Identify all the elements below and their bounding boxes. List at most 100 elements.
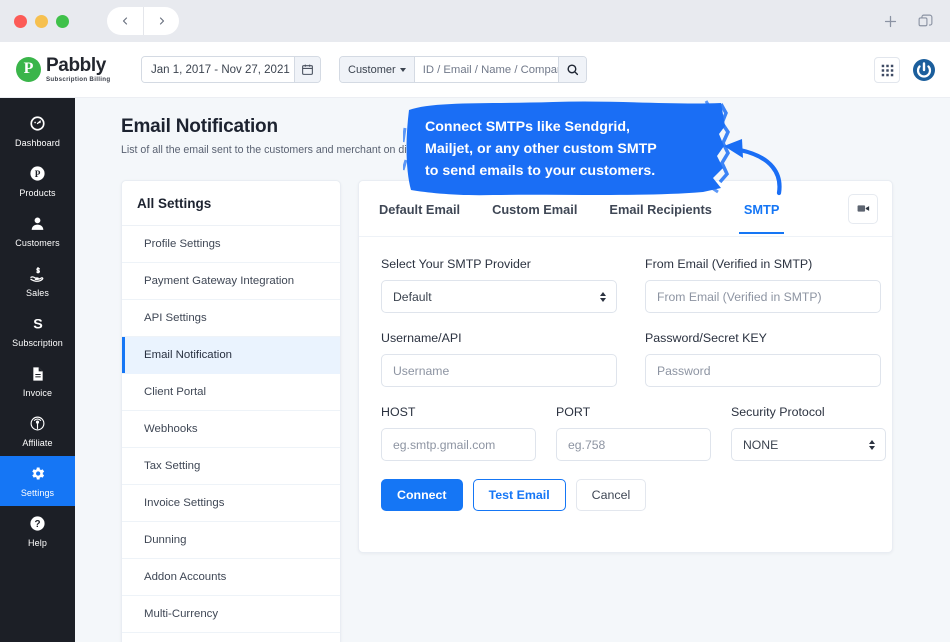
app-header: P Pabbly Subscription Billing Jan 1, 201… [0, 42, 950, 98]
logo-brand-subtitle: Subscription Billing [46, 77, 110, 83]
field-from-email: From Email (Verified in SMTP) [645, 257, 881, 313]
back-chevron-icon [119, 15, 131, 27]
sidebar-item-help[interactable]: ? Help [0, 506, 75, 556]
label-username: Username/API [381, 331, 617, 345]
settings-item-payment-gateway-integration[interactable]: Payment Gateway Integration [122, 263, 340, 300]
select-smtp-provider[interactable]: Default [381, 280, 617, 313]
sidebar-item-settings[interactable]: Settings [0, 456, 75, 506]
select-security-protocol[interactable]: NONE [731, 428, 886, 461]
app-body: Dashboard P Products Customers Sales S S… [0, 98, 950, 642]
video-tutorial-button[interactable] [848, 194, 878, 224]
settings-item-invoice-settings[interactable]: Invoice Settings [122, 485, 340, 522]
input-port[interactable] [556, 428, 711, 461]
panel-tabs: Default Email Custom Email Email Recipie… [359, 181, 892, 237]
user-icon [29, 215, 46, 233]
tab-default-email[interactable]: Default Email [379, 184, 460, 233]
settings-item-profile-settings[interactable]: Profile Settings [122, 226, 340, 263]
speedometer-icon [29, 115, 46, 133]
sidebar-label: Products [19, 188, 55, 198]
question-circle-icon: ? [29, 515, 46, 533]
sidebar-label: Affiliate [22, 438, 52, 448]
settings-item-addon-accounts[interactable]: Addon Accounts [122, 559, 340, 596]
search-button[interactable] [558, 57, 586, 82]
all-settings-heading: All Settings [122, 181, 340, 226]
document-icon [30, 365, 46, 383]
date-range-picker[interactable]: Jan 1, 2017 - Nov 27, 2021 [141, 56, 321, 83]
hand-money-icon [29, 265, 47, 283]
affiliate-node-icon [29, 415, 46, 433]
calendar-button[interactable] [294, 57, 320, 82]
sidebar-item-dashboard[interactable]: Dashboard [0, 106, 75, 156]
svg-text:?: ? [34, 519, 40, 530]
field-password: Password/Secret KEY [645, 331, 881, 387]
gear-icon [29, 465, 46, 483]
customer-search: Customer [339, 56, 587, 83]
back-button[interactable] [107, 7, 143, 35]
svg-text:P: P [35, 169, 41, 179]
settings-item-client-portal[interactable]: Client Portal [122, 374, 340, 411]
sidebar-label: Invoice [23, 388, 52, 398]
apps-grid-button[interactable] [874, 57, 900, 83]
sidebar-item-products[interactable]: P Products [0, 156, 75, 206]
label-from-email: From Email (Verified in SMTP) [645, 257, 881, 271]
maximize-window-button[interactable] [56, 15, 69, 28]
chevron-down-icon [400, 68, 406, 72]
smtp-form: Select Your SMTP Provider Default From E… [359, 237, 892, 511]
logout-button[interactable] [912, 58, 936, 82]
main-sidebar: Dashboard P Products Customers Sales S S… [0, 98, 75, 642]
grid-apps-icon [881, 64, 894, 77]
pabbly-logo[interactable]: P Pabbly Subscription Billing [16, 56, 120, 83]
close-window-button[interactable] [14, 15, 27, 28]
sidebar-label: Subscription [12, 338, 63, 348]
form-row-provider: Select Your SMTP Provider Default From E… [381, 257, 870, 313]
settings-item-email-notification[interactable]: Email Notification [122, 337, 340, 374]
copy-icon[interactable] [917, 13, 934, 30]
tab-email-recipients[interactable]: Email Recipients [609, 184, 711, 233]
sidebar-item-affiliate[interactable]: Affiliate [0, 406, 75, 456]
field-smtp-provider: Select Your SMTP Provider Default [381, 257, 617, 313]
search-filter-dropdown[interactable]: Customer [340, 57, 415, 82]
settings-item-tax-setting[interactable]: Tax Setting [122, 448, 340, 485]
sidebar-item-invoice[interactable]: Invoice [0, 356, 75, 406]
sidebar-label: Help [28, 538, 47, 548]
input-from-email[interactable] [645, 280, 881, 313]
titlebar-actions [882, 0, 934, 42]
field-username: Username/API [381, 331, 617, 387]
tab-smtp[interactable]: SMTP [744, 184, 780, 233]
settings-item-multi-currency[interactable]: Multi-Currency [122, 596, 340, 633]
tab-custom-email[interactable]: Custom Email [492, 184, 577, 233]
label-password: Password/Secret KEY [645, 331, 881, 345]
plus-icon[interactable] [882, 13, 899, 30]
input-password[interactable] [645, 354, 881, 387]
sidebar-item-subscription[interactable]: S Subscription [0, 306, 75, 356]
label-smtp-provider: Select Your SMTP Provider [381, 257, 617, 271]
field-host: HOST [381, 405, 536, 461]
calendar-icon [301, 63, 314, 76]
settings-item-webhooks[interactable]: Webhooks [122, 411, 340, 448]
settings-item-api-settings[interactable]: API Settings [122, 300, 340, 337]
page-title: Email Notification [121, 116, 950, 138]
page-subtitle: List of all the email sent to the custom… [121, 144, 950, 156]
settings-item-custom-domain[interactable]: Custom Domain [122, 633, 340, 642]
settings-item-dunning[interactable]: Dunning [122, 522, 340, 559]
minimize-window-button[interactable] [35, 15, 48, 28]
sidebar-item-customers[interactable]: Customers [0, 206, 75, 256]
input-host[interactable] [381, 428, 536, 461]
cancel-button[interactable]: Cancel [576, 479, 647, 511]
sidebar-item-sales[interactable]: Sales [0, 256, 75, 306]
sidebar-label: Sales [26, 288, 49, 298]
forward-button[interactable] [143, 7, 179, 35]
input-username[interactable] [381, 354, 617, 387]
forward-chevron-icon [156, 15, 168, 27]
sidebar-label: Dashboard [15, 138, 60, 148]
page-header: Email Notification List of all the email… [75, 98, 950, 168]
logo-brand-name: Pabbly [46, 56, 110, 75]
search-icon [566, 63, 579, 76]
date-range-value: Jan 1, 2017 - Nov 27, 2021 [142, 57, 294, 82]
updown-arrows-icon [869, 440, 875, 450]
pabbly-logo-text: Pabbly Subscription Billing [46, 56, 110, 83]
connect-button[interactable]: Connect [381, 479, 463, 511]
test-email-button[interactable]: Test Email [473, 479, 566, 511]
search-input[interactable] [415, 57, 558, 82]
label-host: HOST [381, 405, 536, 419]
